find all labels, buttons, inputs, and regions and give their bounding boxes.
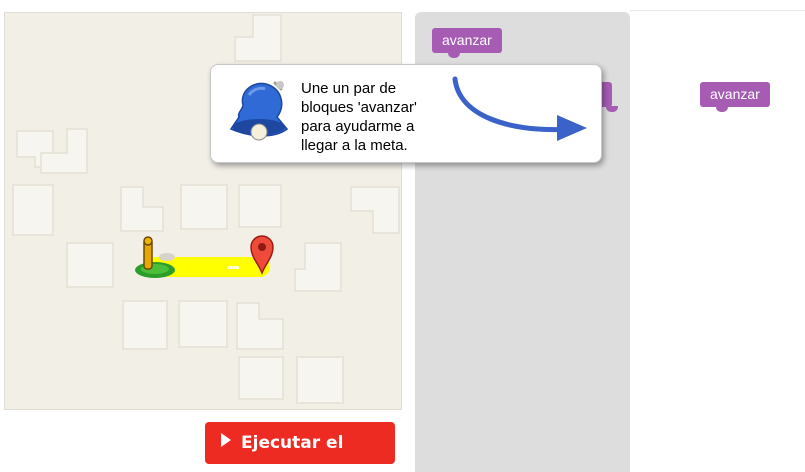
- bell-icon: [229, 81, 289, 141]
- arrow-icon: [452, 76, 587, 141]
- block-label: avanzar: [442, 32, 492, 48]
- start-marker-icon: [135, 236, 175, 278]
- workspace-divider: [630, 10, 805, 11]
- workspace-avanzar-block[interactable]: avanzar: [700, 82, 770, 112]
- run-program-label: Ejecutar el: [241, 433, 344, 453]
- block-label: avanzar: [710, 86, 760, 102]
- hint-text: Une un par de bloques 'avanzar' para ayu…: [301, 79, 441, 155]
- hint-line: para ayudarme a: [301, 118, 415, 135]
- play-icon: [221, 433, 231, 447]
- run-program-button[interactable]: Ejecutar el: [205, 422, 395, 464]
- hint-line: bloques 'avanzar': [301, 99, 417, 116]
- hint-line: Une un par de: [301, 80, 397, 97]
- goal-marker-icon: [250, 235, 274, 275]
- toolbox-avanzar-block[interactable]: avanzar: [432, 28, 502, 58]
- hint-dialog: Une un par de bloques 'avanzar' para ayu…: [210, 64, 602, 163]
- hint-line: llegar a la meta.: [301, 137, 408, 154]
